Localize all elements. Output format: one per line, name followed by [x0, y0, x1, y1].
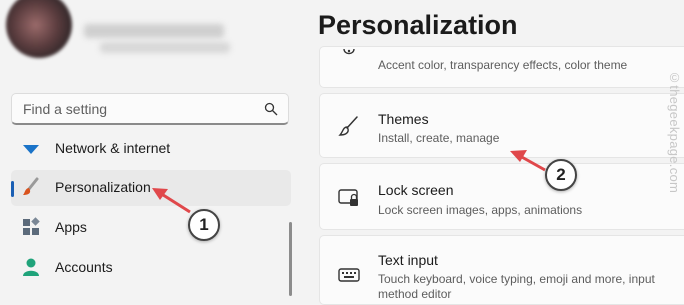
user-email-blurred [100, 42, 230, 53]
sidebar-scrollbar[interactable] [289, 222, 292, 296]
keyboard-icon [338, 268, 360, 282]
sidebar-item-accounts[interactable]: Accounts [11, 250, 291, 286]
search-icon[interactable] [264, 102, 278, 116]
watermark: ©thegeekpage.com [667, 70, 682, 194]
step-2-badge: 2 [545, 159, 577, 191]
active-indicator [11, 181, 14, 197]
card-subtitle: Install, create, manage [378, 131, 500, 145]
accounts-icon [23, 258, 39, 276]
sidebar-item-personalization[interactable]: Personalization [11, 170, 291, 206]
search-input[interactable]: Find a setting [23, 101, 107, 117]
sidebar-item-network[interactable]: Network & internet [11, 131, 291, 167]
sidebar-item-label: Network & internet [55, 140, 171, 156]
avatar[interactable] [6, 0, 72, 58]
card-subtitle: Lock screen images, apps, animations [378, 203, 583, 217]
sidebar-item-label: Apps [55, 219, 87, 235]
palette-icon [343, 48, 355, 55]
card-title: Themes [378, 111, 429, 127]
card-themes[interactable]: Themes Install, create, manage [319, 93, 684, 158]
card-lock-screen[interactable]: Lock screen Lock screen images, apps, an… [319, 163, 684, 230]
brush-icon [338, 116, 358, 136]
user-name-blurred [84, 24, 224, 38]
wifi-icon [23, 145, 39, 154]
page-title: Personalization [318, 10, 518, 40]
lock-screen-icon [338, 189, 358, 206]
apps-icon [23, 217, 40, 235]
card-colors[interactable]: Accent color, transparency effects, colo… [319, 46, 684, 88]
card-subtitle: Touch keyboard, voice typing, emoji and … [378, 272, 655, 301]
card-title: Lock screen [378, 182, 454, 198]
sidebar-item-label: Personalization [55, 179, 151, 195]
paintbrush-icon [23, 177, 39, 195]
sidebar-item-apps[interactable]: Apps [11, 210, 291, 246]
card-subtitle: Accent color, transparency effects, colo… [378, 58, 628, 72]
card-title: Text input [378, 252, 438, 268]
left-pane: Find a setting Network & internet Person… [0, 0, 300, 296]
search-box[interactable]: Find a setting [11, 93, 289, 125]
card-text-input[interactable]: Text input Touch keyboard, voice typing,… [319, 235, 684, 305]
sidebar-item-label: Accounts [55, 259, 113, 275]
step-1-badge: 1 [188, 209, 220, 241]
